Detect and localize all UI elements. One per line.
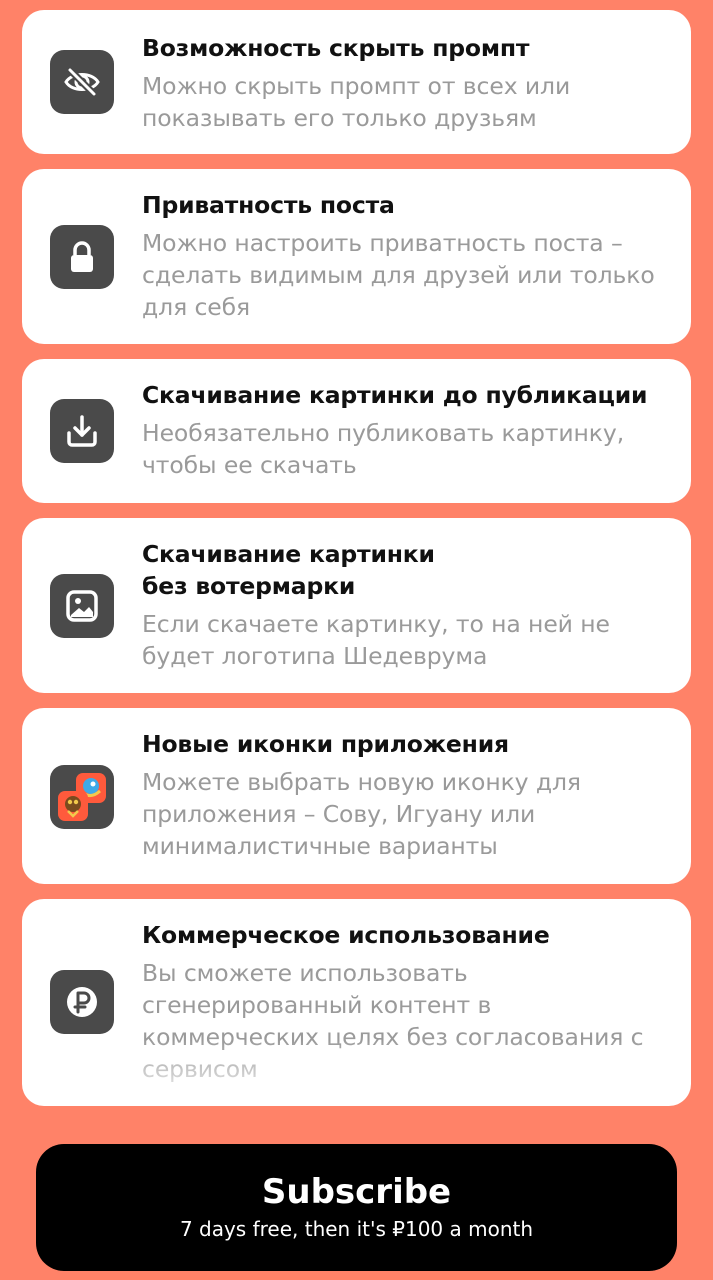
lock-icon [50, 225, 114, 289]
feature-title: Скачивание картинки без вотермарки [142, 540, 435, 600]
feature-card-post-privacy: Приватность поста Можно настроить приват… [22, 169, 691, 344]
ruble-icon [50, 970, 114, 1034]
feature-description: Вы сможете использовать сгенерированный … [142, 959, 644, 1083]
image-icon [50, 574, 114, 638]
feature-card-app-icons: Новые иконки приложения Можете выбрать н… [22, 708, 691, 884]
subscribe-label: Subscribe [261, 1172, 452, 1212]
feature-card-no-watermark: Скачивание картинки без вотермарки Если … [22, 518, 691, 693]
app-icons-icon [50, 765, 114, 829]
feature-description: Можете выбрать новую иконку для приложен… [142, 768, 581, 860]
feature-title: Возможность скрыть промпт [142, 34, 530, 62]
feature-card-hide-prompt: Возможность скрыть промпт Можно скрыть п… [22, 10, 691, 154]
feature-description: Если скачаете картинку, то на ней не буд… [142, 610, 610, 670]
feature-title: Приватность поста [142, 191, 395, 219]
subscribe-button[interactable]: Subscribe 7 days free, then it's ₽100 a … [36, 1144, 677, 1271]
feature-title: Скачивание картинки до публикации [142, 381, 648, 409]
feature-title: Новые иконки приложения [142, 730, 509, 758]
download-icon [50, 399, 114, 463]
eye-off-icon [50, 50, 114, 114]
feature-card-commercial-use: Коммерческое использование Вы сможете ис… [22, 899, 691, 1106]
feature-description: Можно настроить приватность поста – сдел… [142, 229, 655, 321]
subscribe-price-text: 7 days free, then it's ₽100 a month [179, 1217, 534, 1241]
feature-card-download-before-publish: Скачивание картинки до публикации Необяз… [22, 359, 691, 503]
feature-description: Необязательно публиковать картинку, чтоб… [142, 419, 625, 479]
feature-description: Можно скрыть промпт от всех или показыва… [142, 72, 571, 132]
feature-title: Коммерческое использование [142, 921, 550, 949]
